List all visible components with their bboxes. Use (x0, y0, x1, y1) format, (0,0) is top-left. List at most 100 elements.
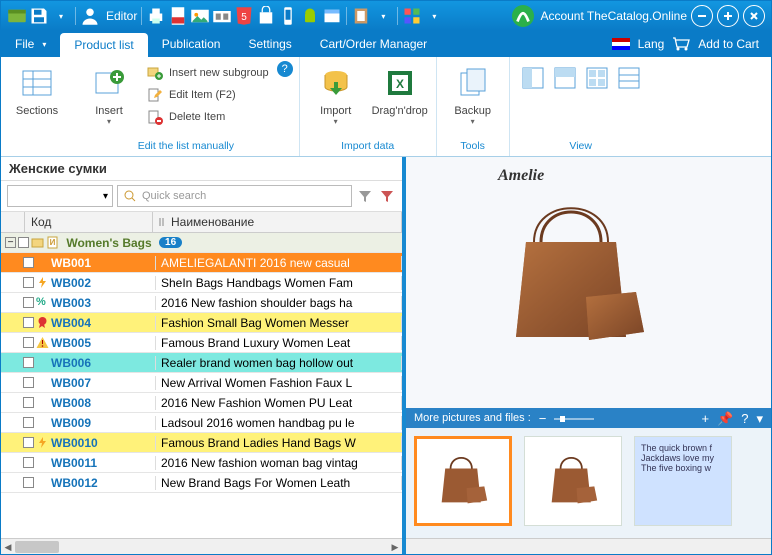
minimize-button[interactable] (691, 5, 713, 27)
row-checkbox[interactable] (23, 317, 34, 328)
table-row[interactable]: WB002 SheIn Bags Handbags Women Fam (1, 273, 402, 293)
table-row[interactable]: WB0011 2016 New fashion woman bag vintag (1, 453, 402, 473)
table-row[interactable]: WB0012 New Brand Bags For Women Leath (1, 473, 402, 493)
pane-title: Женские сумки (1, 157, 402, 181)
filter-clear-icon[interactable] (378, 187, 396, 205)
row-checkbox[interactable] (23, 477, 34, 488)
row-checkbox[interactable] (23, 377, 34, 388)
menu-product-list[interactable]: Product list (60, 33, 147, 57)
menu-file[interactable]: File▾ (1, 31, 60, 57)
right-pane: Amelie More pictures and files : − + 📌 ? (406, 157, 771, 554)
image-icon[interactable] (190, 6, 210, 26)
table-row[interactable]: WB001 AMELIEGALANTI 2016 new casual (1, 253, 402, 273)
delete-item[interactable]: Delete Item (143, 107, 273, 127)
dragndrop-button[interactable]: X Drag'n'drop (370, 61, 430, 117)
clip-dropdown-icon[interactable]: ▾ (373, 6, 393, 26)
strip-collapse[interactable]: ▾ (756, 412, 763, 425)
group-row[interactable]: − И Women's Bags 16 (1, 233, 402, 253)
row-checkbox[interactable] (23, 257, 34, 268)
brand-logo (512, 5, 534, 27)
svg-text:И: И (50, 238, 56, 247)
h-scrollbar[interactable]: ◀▶ (1, 538, 402, 554)
row-checkbox[interactable] (23, 417, 34, 428)
table-row[interactable]: WB006 Realer brand women bag hollow out (1, 353, 402, 373)
window-icon[interactable] (322, 6, 342, 26)
filter-combo[interactable]: ▾ (7, 185, 113, 207)
insert-button[interactable]: Insert▾ (79, 61, 139, 126)
sections-button[interactable]: Sections (7, 61, 67, 117)
thumb-1[interactable] (414, 436, 512, 526)
account-label: Account TheCatalog.Online (540, 9, 687, 23)
paste-icon[interactable] (351, 6, 371, 26)
row-checkbox[interactable] (23, 357, 34, 368)
menubar: File▾ Product list Publication Settings … (1, 31, 771, 57)
menu-cart-order[interactable]: Cart/Order Manager (306, 31, 441, 57)
strip-title: More pictures and files : (414, 412, 531, 424)
table-row[interactable]: % WB003 2016 New fashion shoulder bags h… (1, 293, 402, 313)
row-checkbox[interactable] (23, 437, 34, 448)
pdf-icon[interactable] (168, 6, 188, 26)
table-row[interactable]: WB008 2016 New Fashion Women PU Leat (1, 393, 402, 413)
strip-pin[interactable]: 📌 (717, 412, 733, 425)
menu-settings[interactable]: Settings (234, 31, 305, 57)
titlebar: ▾ Editor 5 ▾ ▾ Account TheCatalog.Online (1, 1, 771, 31)
menu-publication[interactable]: Publication (148, 31, 235, 57)
thumb-2[interactable] (524, 436, 622, 526)
thumbnail-strip: The quick brown f Jackdaws love my The f… (406, 428, 771, 538)
left-pane: Женские сумки ▾ Quick search Код Наимено… (1, 157, 406, 554)
app-icon (7, 6, 27, 26)
layout2-icon[interactable] (554, 67, 576, 94)
palette-icon[interactable] (402, 6, 422, 26)
search-input[interactable]: Quick search (117, 185, 352, 207)
edit-item[interactable]: Edit Item (F2) (143, 85, 273, 105)
mobile-icon[interactable] (278, 6, 298, 26)
user-icon[interactable] (80, 6, 100, 26)
close-button[interactable] (743, 5, 765, 27)
strip-minus[interactable]: − (539, 412, 547, 425)
product-tree[interactable]: − И Women's Bags 16 WB001 AMELIEGALANTI … (1, 233, 402, 538)
palette-dropdown-icon[interactable]: ▾ (424, 6, 444, 26)
layout3-icon[interactable] (586, 67, 608, 94)
help-button[interactable]: ? (277, 61, 293, 77)
import-button[interactable]: Import▾ (306, 61, 366, 126)
bag-image (486, 187, 666, 367)
table-row[interactable]: WB009 Ladsoul 2016 women handbag pu le (1, 413, 402, 433)
strip-help[interactable]: ? (741, 412, 748, 425)
layout1-icon[interactable] (522, 67, 544, 94)
grid-header: Код Наименование (1, 212, 402, 233)
maximize-button[interactable] (717, 5, 739, 27)
table-row[interactable]: WB0010 Famous Brand Ladies Hand Bags W (1, 433, 402, 453)
save-icon[interactable] (29, 6, 49, 26)
ribbon: Sections Insert▾ Insert new subgroup Edi… (1, 57, 771, 157)
gallery-icon[interactable] (212, 6, 232, 26)
shop-icon[interactable] (256, 6, 276, 26)
print-icon[interactable] (146, 6, 166, 26)
row-checkbox[interactable] (23, 397, 34, 408)
filter-icon[interactable] (356, 187, 374, 205)
lang-label[interactable]: Lang (638, 37, 665, 51)
table-row[interactable]: WB005 Famous Brand Luxury Women Leat (1, 333, 402, 353)
layout4-icon[interactable] (618, 67, 640, 94)
table-row[interactable]: WB004 Fashion Small Bag Women Messer (1, 313, 402, 333)
android-icon[interactable] (300, 6, 320, 26)
strip-slider[interactable] (554, 412, 594, 425)
strip-scrollbar[interactable] (406, 538, 771, 554)
row-checkbox[interactable] (23, 457, 34, 468)
add-to-cart[interactable]: Add to Cart (698, 37, 759, 51)
table-row[interactable]: WB007 New Arrival Women Fashion Faux L (1, 373, 402, 393)
strip-plus[interactable]: + (701, 412, 709, 425)
html-icon[interactable]: 5 (234, 6, 254, 26)
cart-icon[interactable] (672, 37, 690, 51)
svg-text:5: 5 (242, 12, 248, 23)
edit-manually-link[interactable]: Edit the list manually (79, 138, 293, 156)
insert-subgroup[interactable]: Insert new subgroup (143, 63, 273, 83)
row-checkbox[interactable] (23, 297, 34, 308)
save-dropdown-icon[interactable]: ▾ (51, 6, 71, 26)
thumb-note[interactable]: The quick brown f Jackdaws love my The f… (634, 436, 732, 526)
row-checkbox[interactable] (23, 277, 34, 288)
svg-text:X: X (396, 77, 404, 91)
backup-button[interactable]: Backup▾ (443, 61, 503, 126)
row-checkbox[interactable] (23, 337, 34, 348)
strip-bar: More pictures and files : − + 📌 ? ▾ (406, 408, 771, 428)
brand-text: Amelie (498, 167, 544, 185)
